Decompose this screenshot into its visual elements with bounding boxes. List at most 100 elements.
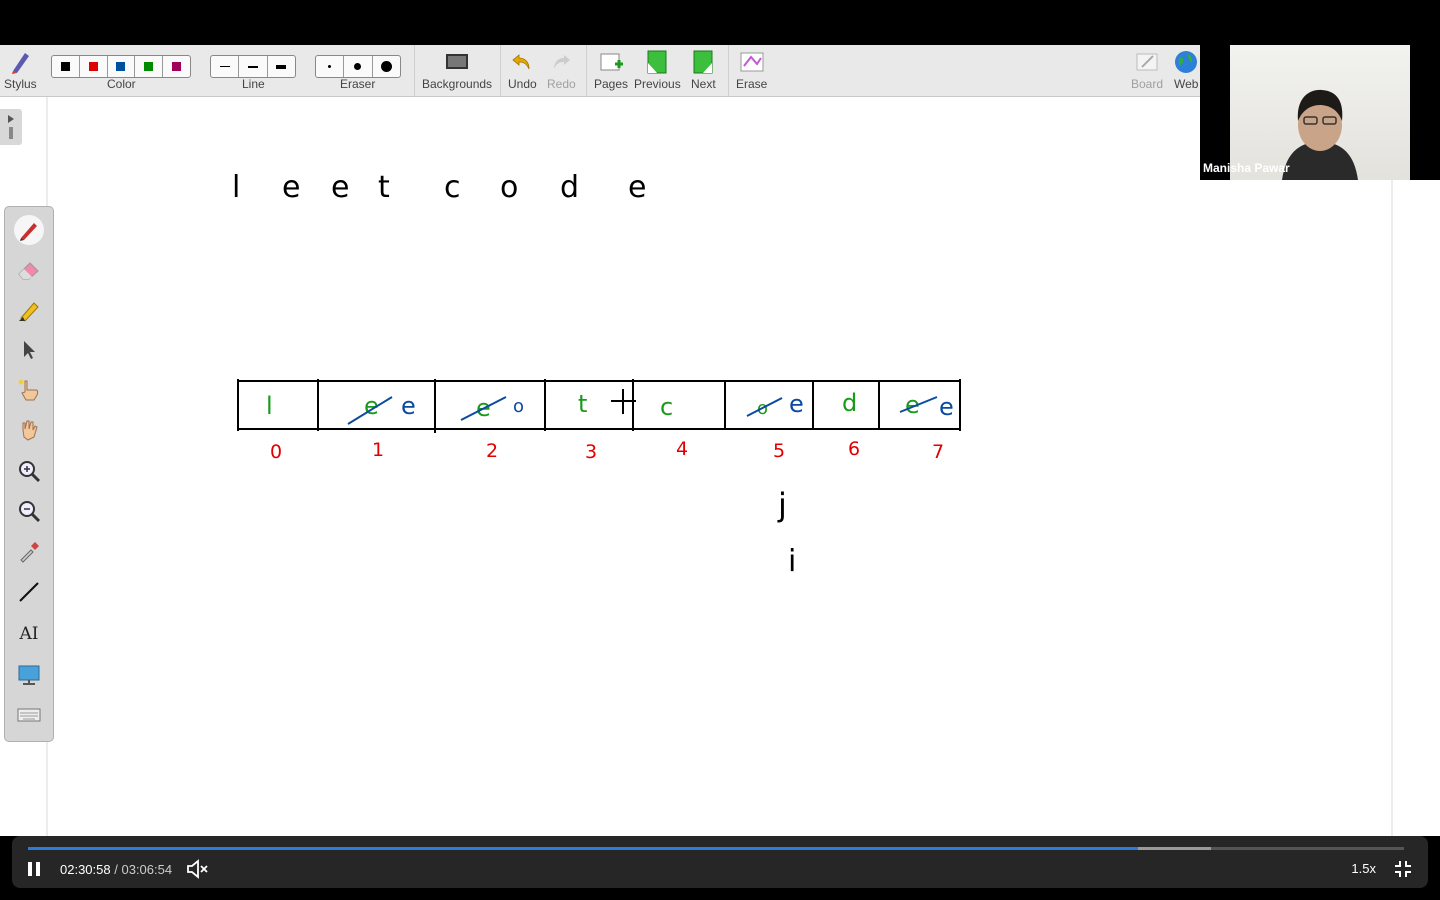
- screenshot-tool[interactable]: [14, 660, 44, 690]
- erase-icon: [739, 49, 765, 75]
- time-separator: /: [114, 862, 118, 877]
- previous-page-icon: [645, 49, 669, 75]
- duration-time: 03:06:54: [121, 862, 173, 877]
- exit-fullscreen-icon: [1395, 861, 1411, 877]
- backgrounds-button[interactable]: Backgrounds: [422, 49, 492, 91]
- swatch: [144, 62, 154, 71]
- board-button[interactable]: Board: [1131, 49, 1163, 91]
- line-width-picker: [210, 55, 296, 78]
- redo-icon: [549, 49, 573, 75]
- line-label: Line: [242, 77, 265, 91]
- pages-icon: [598, 49, 624, 75]
- next-page-icon: [691, 49, 715, 75]
- pages-button[interactable]: Pages: [594, 49, 628, 91]
- webcam-overlay: Manisha Pawar: [1200, 45, 1440, 180]
- keyboard-tool[interactable]: [14, 700, 44, 730]
- color-swatch-red[interactable]: [80, 56, 108, 77]
- volume-button[interactable]: [186, 859, 210, 879]
- toolbar-divider: [500, 45, 501, 96]
- medium-line-icon: [247, 65, 258, 68]
- toolbar-divider: [586, 45, 587, 96]
- eraser-large-option[interactable]: [373, 56, 400, 77]
- presenter-video: [1230, 45, 1410, 180]
- line-thin-option[interactable]: [211, 56, 240, 77]
- whiteboard-toolbar: Stylus Color Line Eraser Backgrounds Und…: [0, 45, 1200, 97]
- pointer-hand-icon: [18, 379, 39, 401]
- swatch: [172, 62, 182, 71]
- highlighter-tool[interactable]: [14, 295, 44, 325]
- undo-button[interactable]: Undo: [508, 49, 537, 91]
- eraser-tool[interactable]: [14, 255, 44, 285]
- pan-tool[interactable]: [14, 415, 44, 445]
- color-label: Color: [107, 77, 136, 91]
- hand-icon: [22, 420, 38, 441]
- swatch: [60, 62, 70, 71]
- eraser-size-picker: [315, 55, 401, 78]
- line-tool[interactable]: [14, 577, 44, 607]
- pen-tool[interactable]: [14, 215, 44, 245]
- zoom-out-tool[interactable]: [14, 496, 44, 526]
- eraser-label: Eraser: [340, 77, 376, 91]
- expand-arrow-icon: [8, 115, 14, 139]
- globe-icon: [1174, 49, 1198, 75]
- time-display: 02:30:58 / 03:06:54: [60, 862, 172, 877]
- erase-button[interactable]: Erase: [736, 49, 767, 91]
- screenshot-icon: [18, 665, 40, 685]
- stylus-button[interactable]: Stylus: [4, 49, 37, 91]
- toolbar-collapse-tab[interactable]: [0, 109, 22, 145]
- web-button[interactable]: Web: [1174, 49, 1198, 91]
- volume-icon: [187, 859, 208, 879]
- thick-line-icon: [276, 64, 287, 69]
- laser-pointer-tool[interactable]: [14, 375, 44, 405]
- line-medium-option[interactable]: [239, 56, 268, 77]
- pen-icon: [20, 223, 37, 241]
- color-dropper-tool[interactable]: [14, 537, 44, 567]
- color-swatch-green[interactable]: [135, 56, 164, 77]
- toolbar-divider: [414, 45, 415, 96]
- small-dot-icon: [328, 65, 332, 68]
- eyedropper-icon: [20, 542, 39, 563]
- color-picker: [51, 55, 191, 78]
- text-icon: AI: [19, 624, 39, 644]
- keyboard-icon: [17, 708, 41, 722]
- eraser-small-option[interactable]: [316, 56, 345, 77]
- presenter-name: Manisha Pawar: [1203, 161, 1290, 175]
- pause-button[interactable]: [25, 860, 43, 878]
- highlighter-icon: [19, 302, 39, 322]
- color-swatch-black[interactable]: [52, 56, 80, 77]
- eraser-icon: [18, 262, 39, 280]
- playback-speed-button[interactable]: 1.5x: [1351, 861, 1376, 876]
- line-icon: [19, 582, 39, 602]
- tool-palette: AI: [4, 206, 54, 742]
- exit-fullscreen-button[interactable]: [1394, 860, 1412, 878]
- eraser-medium-option[interactable]: [344, 56, 373, 77]
- zoom-in-tool[interactable]: [14, 456, 44, 486]
- swatch: [116, 62, 126, 71]
- current-time: 02:30:58: [60, 862, 111, 877]
- redo-button[interactable]: Redo: [547, 49, 576, 91]
- large-dot-icon: [380, 61, 392, 72]
- medium-dot-icon: [354, 63, 362, 70]
- thin-line-icon: [219, 66, 230, 67]
- undo-icon: [510, 49, 534, 75]
- color-swatch-blue[interactable]: [108, 56, 136, 77]
- whiteboard-canvas-extension: [1200, 180, 1440, 836]
- stylus-icon: [7, 49, 33, 75]
- next-page-button[interactable]: Next: [691, 49, 716, 91]
- color-swatch-purple[interactable]: [163, 56, 190, 77]
- swatch: [88, 62, 98, 71]
- played-progress: [28, 847, 1138, 850]
- zoom-out-icon: [19, 501, 41, 523]
- previous-page-button[interactable]: Previous: [634, 49, 681, 91]
- text-tool[interactable]: AI: [14, 619, 44, 649]
- margin-line: [1391, 180, 1393, 836]
- pause-icon: [28, 862, 40, 876]
- video-player-controls: 02:30:58 / 03:06:54 1.5x: [12, 836, 1428, 888]
- line-thick-option[interactable]: [268, 56, 295, 77]
- board-icon: [1134, 49, 1160, 75]
- select-tool[interactable]: [14, 335, 44, 365]
- backgrounds-icon: [444, 49, 470, 75]
- zoom-in-icon: [19, 461, 41, 483]
- whiteboard-canvas[interactable]: [0, 97, 1200, 836]
- arrow-cursor-icon: [24, 341, 35, 359]
